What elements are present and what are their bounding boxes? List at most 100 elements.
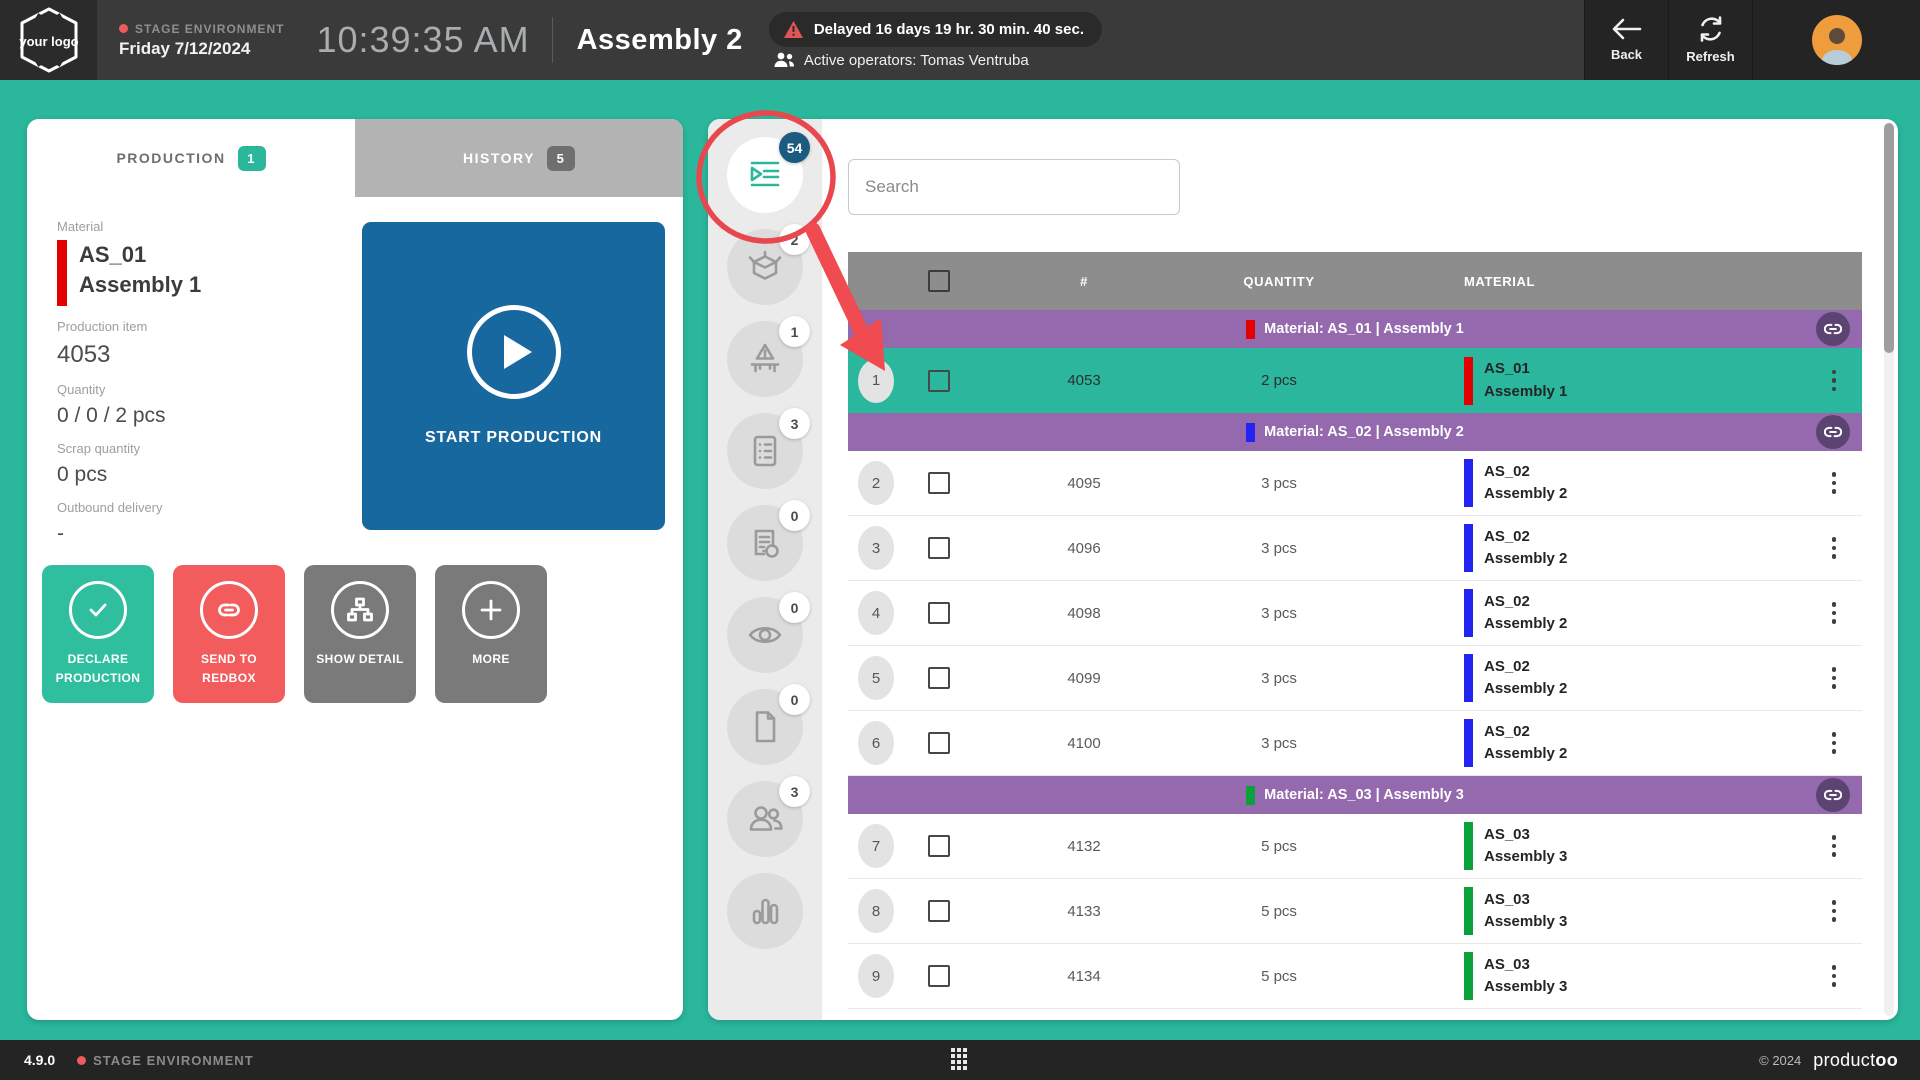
user-avatar[interactable] <box>1812 15 1862 65</box>
production-order-row[interactable]: 7 4132 5 pcs AS_03Assembly 3 <box>848 814 1862 879</box>
tab-history-count: 5 <box>547 146 575 171</box>
refresh-button[interactable]: Refresh <box>1668 0 1752 80</box>
material-group-label: Material: AS_01 | Assembly 1 <box>1264 321 1464 337</box>
brand-logo: productoo <box>1813 1050 1898 1071</box>
machine-warning-icon <box>746 340 784 378</box>
row-menu-button[interactable] <box>1826 894 1843 928</box>
material-name: Assembly 1 <box>79 270 201 300</box>
rail-item-document-sign[interactable]: 0 <box>727 505 803 581</box>
production-queue-panel: 542130003 # QUANTITY MATERIAL Material: … <box>708 119 1898 1020</box>
production-order-row[interactable]: 6 4100 3 pcs AS_02Assembly 2 <box>848 711 1862 776</box>
action-label: SHOW DETAIL <box>316 650 404 669</box>
row-checkbox[interactable] <box>928 602 950 624</box>
material-text: AS_02Assembly 2 <box>1484 656 1567 701</box>
order-id: 4095 <box>974 475 1194 492</box>
production-order-row[interactable]: 4 4098 3 pcs AS_02Assembly 2 <box>848 581 1862 646</box>
more-button[interactable]: MORE <box>435 565 547 703</box>
production-order-row[interactable]: 3 4096 3 pcs AS_02Assembly 2 <box>848 516 1862 581</box>
back-button[interactable]: Back <box>1584 0 1668 80</box>
order-quantity: 3 pcs <box>1194 735 1364 752</box>
person-photo-icon <box>1817 23 1857 65</box>
material-text: AS_02Assembly 2 <box>1484 721 1567 766</box>
tab-production[interactable]: PRODUCTION 1 <box>27 119 355 197</box>
rail-item-file[interactable]: 0 <box>727 689 803 765</box>
row-menu-button[interactable] <box>1826 959 1843 993</box>
footer-environment-label: STAGE ENVIRONMENT <box>93 1053 254 1068</box>
group-link-button[interactable] <box>1816 415 1850 449</box>
material-color-bar <box>1464 589 1473 637</box>
production-list-icon <box>746 156 784 194</box>
select-all-checkbox[interactable] <box>928 270 950 292</box>
row-checkbox[interactable] <box>928 537 950 559</box>
production-order-row[interactable]: 8 4133 5 pcs AS_03Assembly 3 <box>848 879 1862 944</box>
rail-item-production-list[interactable]: 54 <box>727 137 803 213</box>
production-order-row[interactable]: 1 4053 2 pcs AS_01Assembly 1 <box>848 348 1862 413</box>
row-menu-button[interactable] <box>1826 466 1843 500</box>
order-quantity: 3 pcs <box>1194 540 1364 557</box>
row-checkbox[interactable] <box>928 370 950 392</box>
send-to-redbox-button[interactable]: SEND TO REDBOX <box>173 565 285 703</box>
app-grid-icon[interactable] <box>951 1048 967 1070</box>
link-circle-icon <box>200 581 258 639</box>
row-checkbox[interactable] <box>928 900 950 922</box>
rail-badge: 0 <box>779 500 810 531</box>
row-checkbox[interactable] <box>928 472 950 494</box>
row-menu-button[interactable] <box>1826 726 1843 760</box>
tab-history-label: HISTORY <box>463 150 535 166</box>
tab-production-count: 1 <box>238 146 266 171</box>
material-color-bar <box>1464 459 1473 507</box>
row-menu-button[interactable] <box>1826 596 1843 630</box>
rail-badge: 54 <box>779 132 810 163</box>
order-quantity: 2 pcs <box>1194 372 1364 389</box>
row-menu-button[interactable] <box>1826 661 1843 695</box>
row-menu-button[interactable] <box>1826 364 1843 398</box>
scrap-quantity-label: Scrap quantity <box>57 441 357 456</box>
rail-item-package-box[interactable]: 2 <box>727 229 803 305</box>
table-scrollbar-thumb[interactable] <box>1884 123 1894 353</box>
show-detail-button[interactable]: SHOW DETAIL <box>304 565 416 703</box>
rail-item-eye[interactable]: 0 <box>727 597 803 673</box>
material-text: AS_03Assembly 3 <box>1484 824 1567 869</box>
row-checkbox[interactable] <box>928 965 950 987</box>
rail-item-checklist[interactable]: 3 <box>727 413 803 489</box>
active-operators: Active operators: Tomas Ventruba <box>773 52 1102 69</box>
material-group-row: Material: AS_03 | Assembly 3 <box>848 776 1862 814</box>
production-item-label: Production item <box>57 319 357 334</box>
production-order-row[interactable]: 9 4134 5 pcs AS_03Assembly 3 <box>848 944 1862 1009</box>
row-checkbox[interactable] <box>928 835 950 857</box>
material-color-bar <box>1464 357 1473 405</box>
sitemap-icon <box>344 594 376 626</box>
row-checkbox[interactable] <box>928 667 950 689</box>
row-index-badge: 8 <box>858 889 894 933</box>
start-production-button[interactable]: START PRODUCTION <box>362 222 665 530</box>
column-header-index: # <box>974 274 1194 289</box>
production-item-value: 4053 <box>57 341 357 369</box>
production-order-row[interactable]: 2 4095 3 pcs AS_02Assembly 2 <box>848 451 1862 516</box>
warning-triangle-icon <box>783 20 804 39</box>
row-checkbox[interactable] <box>928 732 950 754</box>
declare-production-button[interactable]: DECLARE PRODUCTION <box>42 565 154 703</box>
material-text: AS_02Assembly 2 <box>1484 526 1567 571</box>
group-link-button[interactable] <box>1816 312 1850 346</box>
search-input[interactable] <box>848 159 1180 215</box>
refresh-icon <box>1698 16 1724 42</box>
queue-icon-rail: 542130003 <box>708 119 822 1020</box>
row-index-badge: 2 <box>858 461 894 505</box>
material-color-bar <box>1464 952 1473 1000</box>
sitemap-circle-icon <box>331 581 389 639</box>
production-order-row[interactable]: 5 4099 3 pcs AS_02Assembly 2 <box>848 646 1862 711</box>
rail-item-machine-warning[interactable]: 1 <box>727 321 803 397</box>
company-logo[interactable]: your logo <box>0 0 97 80</box>
action-buttons-row: DECLARE PRODUCTION SEND TO REDBOX SHOW D… <box>42 565 547 703</box>
plus-circle-icon <box>462 581 520 639</box>
header-actions: Back Refresh <box>1584 0 1920 80</box>
group-link-button[interactable] <box>1816 778 1850 812</box>
row-menu-button[interactable] <box>1826 531 1843 565</box>
row-menu-button[interactable] <box>1826 829 1843 863</box>
order-quantity: 5 pcs <box>1194 838 1364 855</box>
row-index-badge: 1 <box>858 359 894 403</box>
tab-history[interactable]: HISTORY 5 <box>355 119 683 197</box>
rail-item-bar-chart[interactable] <box>727 873 803 949</box>
material-group-row: Material: AS_01 | Assembly 1 <box>848 310 1862 348</box>
rail-item-team[interactable]: 3 <box>727 781 803 857</box>
